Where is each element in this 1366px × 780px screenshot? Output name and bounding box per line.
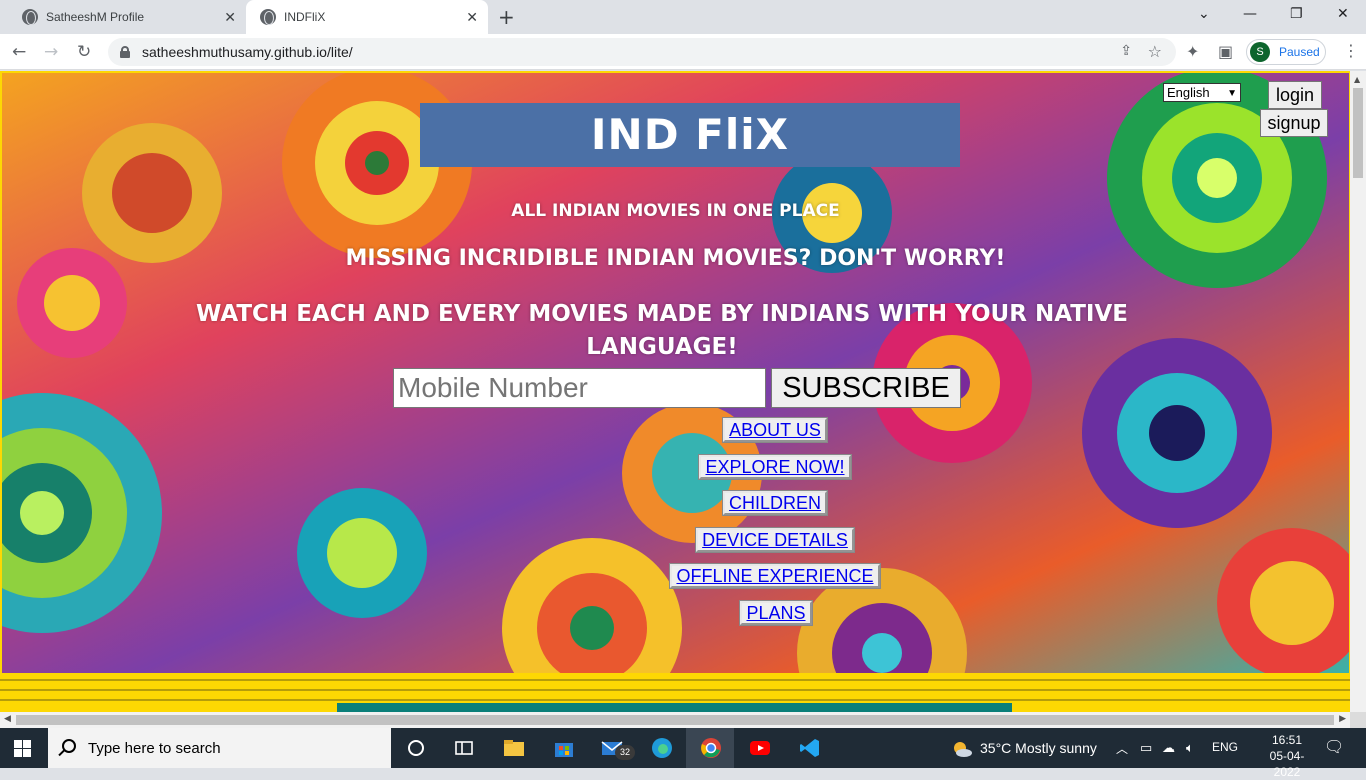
brand-banner: IND FliX bbox=[420, 103, 960, 167]
tagline-secondary: MISSING INCRIDIBLE INDIAN MOVIES? DON'T … bbox=[345, 246, 1006, 271]
page-viewport: IND FliX ALL INDIAN MOVIES IN ONE PLACE … bbox=[0, 71, 1350, 712]
show-hidden-icons-chevron-up-icon[interactable]: ︿ bbox=[1116, 740, 1128, 757]
restore-button[interactable]: ❐ bbox=[1290, 6, 1303, 22]
share-icon[interactable]: ⇪ bbox=[1120, 43, 1132, 59]
profile-button[interactable]: S Paused bbox=[1246, 39, 1326, 65]
network-icon[interactable]: ☁ bbox=[1162, 740, 1175, 756]
clock-date: 05-04-2022 bbox=[1269, 749, 1305, 779]
youtube-icon[interactable] bbox=[748, 736, 772, 760]
tab-title: INDFliX bbox=[284, 10, 326, 24]
browser-tab-strip: SatheeshM Profile ✕ INDFliX ✕ + ⌄ — ❐ ✕ bbox=[0, 0, 1366, 34]
profile-status: Paused bbox=[1279, 45, 1320, 59]
globe-icon bbox=[22, 9, 38, 25]
file-explorer-icon[interactable] bbox=[502, 736, 526, 760]
tab-indflix[interactable]: INDFliX ✕ bbox=[246, 0, 488, 34]
about-us-link[interactable]: ABOUT US bbox=[722, 417, 828, 443]
cortana-icon[interactable] bbox=[404, 736, 428, 760]
back-button[interactable]: ← bbox=[12, 41, 26, 63]
divider bbox=[0, 699, 1350, 701]
windows-start-icon[interactable] bbox=[14, 740, 31, 757]
url-text: satheeshmuthusamy.github.io/lite/ bbox=[142, 44, 353, 60]
offline-experience-link[interactable]: OFFLINE EXPERIENCE bbox=[669, 563, 881, 589]
lock-icon[interactable] bbox=[120, 46, 130, 58]
mail-badge: 32 bbox=[615, 745, 635, 760]
vertical-scrollbar[interactable]: ▲ bbox=[1350, 71, 1366, 712]
chevron-down-icon: ▼ bbox=[1227, 88, 1237, 99]
volume-icon[interactable]: 🔈︎ bbox=[1186, 740, 1194, 756]
side-panel-icon[interactable]: ▣ bbox=[1218, 42, 1233, 61]
language-select-value: English bbox=[1167, 85, 1210, 100]
globe-icon bbox=[260, 9, 276, 25]
scroll-right-icon[interactable]: ▶ bbox=[1339, 714, 1346, 724]
notifications-icon[interactable]: 🗨︎ bbox=[1324, 737, 1344, 757]
login-button[interactable]: login bbox=[1268, 81, 1322, 109]
close-icon[interactable]: ✕ bbox=[224, 9, 236, 25]
tab-title: SatheeshM Profile bbox=[46, 10, 145, 24]
address-bar[interactable]: satheeshmuthusamy.github.io/lite/ ⇪ ☆ bbox=[108, 38, 1176, 66]
scrollbar-corner bbox=[1350, 712, 1366, 728]
children-link[interactable]: CHILDREN bbox=[722, 490, 828, 516]
close-icon[interactable]: ✕ bbox=[466, 9, 478, 25]
taskbar-search-box[interactable]: Type here to search bbox=[48, 728, 391, 768]
plans-link[interactable]: PLANS bbox=[739, 600, 813, 626]
scroll-thumb[interactable] bbox=[1353, 88, 1363, 178]
page-title: IND FliX bbox=[590, 110, 790, 159]
mobile-number-input[interactable]: Mobile Number bbox=[393, 368, 766, 408]
hero-section: IND FliX ALL INDIAN MOVIES IN ONE PLACE … bbox=[2, 73, 1349, 673]
tagline-primary: ALL INDIAN MOVIES IN ONE PLACE bbox=[511, 201, 840, 221]
menu-kebab-icon[interactable]: ⋮ bbox=[1343, 41, 1359, 60]
divider bbox=[0, 689, 1350, 691]
footer-bar bbox=[337, 703, 1012, 712]
battery-icon[interactable]: ▭ bbox=[1140, 740, 1152, 756]
device-details-link[interactable]: DEVICE DETAILS bbox=[695, 527, 855, 553]
vscode-icon[interactable] bbox=[798, 736, 822, 760]
scroll-up-icon[interactable]: ▲ bbox=[1354, 75, 1360, 84]
scroll-left-icon[interactable]: ◀ bbox=[4, 714, 11, 724]
horizontal-scrollbar[interactable]: ◀ ▶ bbox=[0, 712, 1350, 728]
close-window-button[interactable]: ✕ bbox=[1337, 6, 1349, 22]
language-select[interactable]: English ▼ bbox=[1163, 83, 1241, 102]
search-placeholder: Type here to search bbox=[88, 740, 221, 757]
tab-satheeshm-profile[interactable]: SatheeshM Profile ✕ bbox=[0, 0, 246, 34]
windows-taskbar: Type here to search 32 35°C Mostly sunny… bbox=[0, 728, 1366, 779]
input-language[interactable]: ENG bbox=[1212, 740, 1238, 754]
minimize-button[interactable]: — bbox=[1243, 6, 1257, 22]
scroll-thumb[interactable] bbox=[16, 715, 1334, 725]
microsoft-store-icon[interactable] bbox=[552, 736, 576, 760]
search-icon bbox=[62, 739, 76, 753]
divider bbox=[0, 679, 1350, 681]
clock[interactable]: 16:51 05-04-2022 bbox=[1262, 732, 1312, 780]
bookmark-star-icon[interactable]: ☆ bbox=[1148, 42, 1162, 61]
reload-button[interactable]: ↻ bbox=[77, 41, 91, 63]
weather-sun-icon[interactable] bbox=[950, 737, 974, 761]
browser-toolbar: ← → ↻ satheeshmuthusamy.github.io/lite/ … bbox=[0, 34, 1366, 70]
new-tab-button[interactable]: + bbox=[498, 5, 515, 29]
task-view-icon[interactable] bbox=[452, 736, 476, 760]
subscribe-button[interactable]: SUBSCRIBE bbox=[771, 368, 961, 408]
signup-button[interactable]: signup bbox=[1260, 109, 1328, 137]
weather-text[interactable]: 35°C Mostly sunny bbox=[980, 740, 1097, 756]
edge-icon[interactable] bbox=[650, 736, 674, 760]
tagline-tertiary: WATCH EACH AND EVERY MOVIES MADE BY INDI… bbox=[196, 301, 1128, 360]
explore-now-link[interactable]: EXPLORE NOW! bbox=[698, 454, 852, 480]
clock-time: 16:51 bbox=[1271, 733, 1303, 747]
avatar: S bbox=[1250, 42, 1270, 62]
extensions-puzzle-icon[interactable]: ✦ bbox=[1186, 42, 1199, 61]
chrome-icon[interactable] bbox=[699, 736, 723, 760]
tab-search-icon[interactable]: ⌄ bbox=[1198, 6, 1210, 22]
forward-button[interactable]: → bbox=[44, 41, 58, 63]
